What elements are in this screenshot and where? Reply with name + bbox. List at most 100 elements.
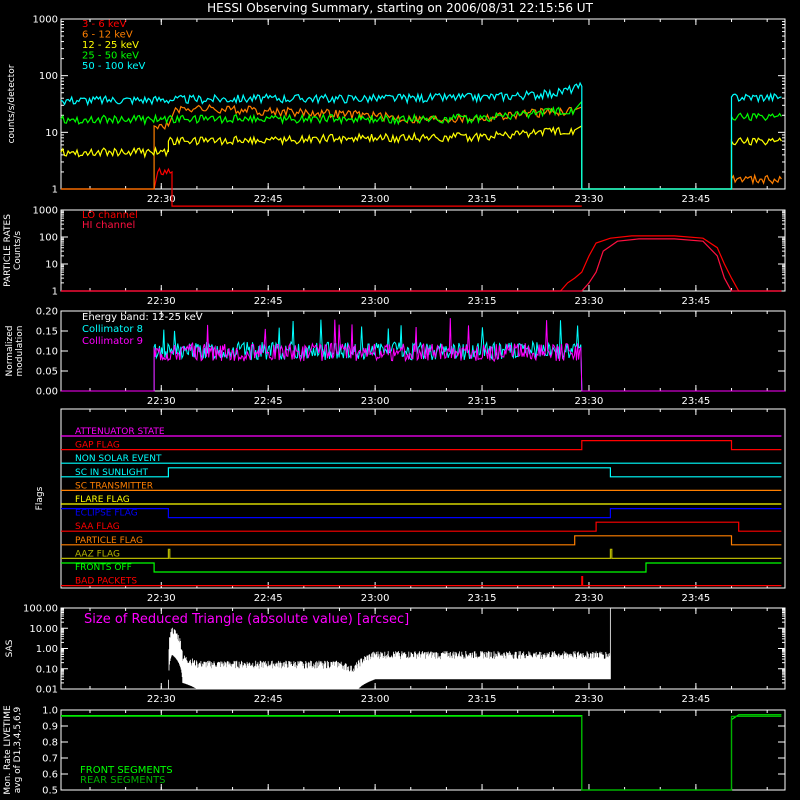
summary-plot: HESSI Observing Summary, starting on 200… [3, 1, 786, 797]
livetime-panel: 0.5 0.6 0.7 0.8 0.9 1.0 Mon. Rate LIVETIME avg … [3, 705, 786, 797]
y-axis-label: avg of D1,3,4,5,6,9 [13, 706, 23, 793]
x-tick-label: 22:30 [147, 593, 176, 604]
flag-line [61, 576, 782, 587]
y-tick-label: 10 [45, 260, 58, 271]
x-tick-label: 22:30 [147, 694, 176, 705]
x-tick-label: 22:45 [254, 694, 283, 705]
energy-band-label: Energy band: 12-25 keV [82, 312, 203, 323]
y-tick-label: 0.9 [42, 722, 58, 733]
x-tick-label: 23:45 [681, 296, 710, 307]
legend-entry: Collimator 9 [82, 336, 143, 347]
legend-entry: REAR SEGMENTS [80, 775, 166, 786]
panel-frame [60, 709, 786, 791]
x-tick-label: 23:45 [681, 396, 710, 407]
y-axis-label: Mon. Rate LIVETIME [3, 705, 13, 795]
y-tick-label: 1.0 [42, 706, 58, 717]
y-tick-label: 1000 [33, 15, 58, 26]
flag-line [61, 467, 782, 478]
y-axis-label: Counts/s [13, 231, 23, 270]
y-tick-label: 1 [52, 287, 58, 298]
series-line [61, 714, 782, 791]
y-tick-label: 0.15 [36, 327, 58, 338]
flag-label: PARTICLE FLAG [75, 536, 143, 546]
flag-label: BAD PACKETS [75, 577, 137, 587]
x-tick-label: 23:15 [468, 194, 497, 205]
x-tick-label: 22:45 [254, 296, 283, 307]
flag-line [61, 548, 782, 559]
y-tick-label: 10 [45, 128, 58, 139]
flag-label: SC IN SUNLIGHT [75, 468, 149, 478]
panel-frame [60, 209, 786, 292]
x-tick-label: 23:30 [575, 593, 604, 604]
series-line [61, 319, 785, 392]
x-tick-label: 23:45 [681, 194, 710, 205]
flag-label: SAA FLAG [75, 522, 120, 532]
x-tick-label: 22:30 [147, 194, 176, 205]
y-tick-label: 0.20 [36, 307, 58, 318]
y-tick-label: 1 [52, 185, 58, 196]
series-line [60, 124, 782, 190]
y-tick-label: 10.00 [29, 624, 58, 635]
y-axis-label: Normalized [5, 325, 15, 376]
flag-label: NON SOLAR EVENT [75, 454, 162, 464]
plot-title: HESSI Observing Summary, starting on 200… [207, 1, 593, 15]
series-line [61, 715, 782, 791]
x-tick-label: 23:45 [681, 593, 710, 604]
x-tick-label: 23:15 [468, 396, 497, 407]
flag-label: FRONTS OFF [75, 563, 132, 573]
y-tick-label: 0.01 [36, 685, 58, 696]
y-tick-label: 0.05 [36, 367, 58, 378]
flag-label: AAZ FLAG [75, 549, 120, 559]
y-tick-label: 0.5 [42, 786, 58, 797]
particle-rates-panel: 22:30 22:45 23:00 23:15 23:30 23:45 1 10 100 1000… [3, 206, 786, 307]
legend-entry: 12 - 25 keV [82, 40, 139, 51]
flag-line [61, 521, 782, 532]
legend-entry: 3 - 6 keV [82, 19, 126, 30]
series-line [60, 81, 782, 190]
flag-label: ATTENUATOR STATE [75, 427, 165, 437]
sas-title: Size of Reduced Triangle (absolute value… [84, 612, 409, 627]
flag-line [61, 440, 782, 451]
flag-line [61, 535, 782, 546]
x-tick-label: 23:30 [575, 396, 604, 407]
y-tick-label: 100.00 [23, 604, 58, 615]
flag-label: SC TRANSMITTER [75, 481, 153, 491]
y-tick-label: 100 [39, 71, 58, 82]
x-tick-label: 23:30 [575, 694, 604, 705]
y-tick-label: 1.00 [36, 644, 58, 655]
x-tick-label: 23:00 [361, 296, 390, 307]
legend-entry: Collimator 8 [82, 324, 143, 335]
y-tick-label: 1000 [33, 206, 58, 217]
flags-panel: 22:30 22:45 23:00 23:15 23:30 23:45 Flags ATTEN… [35, 408, 786, 604]
series-line [60, 99, 782, 190]
y-tick-label: 0.10 [36, 347, 58, 358]
plot-panels: 22:30 22:45 23:00 23:15 23:30 23:45 1 10 100 1000… [3, 15, 786, 797]
flag-label: GAP FLAG [75, 441, 120, 451]
legend-entry: 6 - 12 keV [82, 30, 133, 41]
y-tick-label: 0.00 [36, 387, 58, 398]
counts-panel: 22:30 22:45 23:00 23:15 23:30 23:45 1 10 100 1000… [7, 15, 786, 207]
series-line [61, 238, 782, 292]
x-tick-label: 23:15 [468, 694, 497, 705]
y-axis-label: Flags [35, 486, 45, 510]
modulation-panel: 22:30 22:45 23:00 23:15 23:30 23:45 0.00 0.05 0.… [5, 307, 786, 407]
y-tick-label: 0.7 [42, 754, 58, 765]
x-tick-label: 23:30 [575, 194, 604, 205]
series-line [61, 235, 782, 292]
y-tick-label: 0.8 [42, 738, 58, 749]
legend-entry: HI channel [82, 220, 135, 231]
y-tick-label: 0.6 [42, 770, 58, 781]
x-tick-label: 23:00 [361, 194, 390, 205]
x-tick-label: 22:45 [254, 396, 283, 407]
y-axis-label: PARTICLE RATES [3, 214, 13, 287]
y-axis-label: counts/s/detector [7, 64, 17, 143]
x-tick-label: 23:00 [361, 396, 390, 407]
y-axis-label: modulation [15, 326, 25, 377]
x-tick-label: 23:15 [468, 593, 497, 604]
panel-frame [60, 18, 786, 190]
flag-label: ECLIPSE FLAG [75, 509, 138, 519]
x-tick-label: 22:45 [254, 194, 283, 205]
x-tick-label: 22:45 [254, 593, 283, 604]
x-tick-label: 22:30 [147, 296, 176, 307]
y-tick-label: 0.10 [36, 664, 58, 675]
